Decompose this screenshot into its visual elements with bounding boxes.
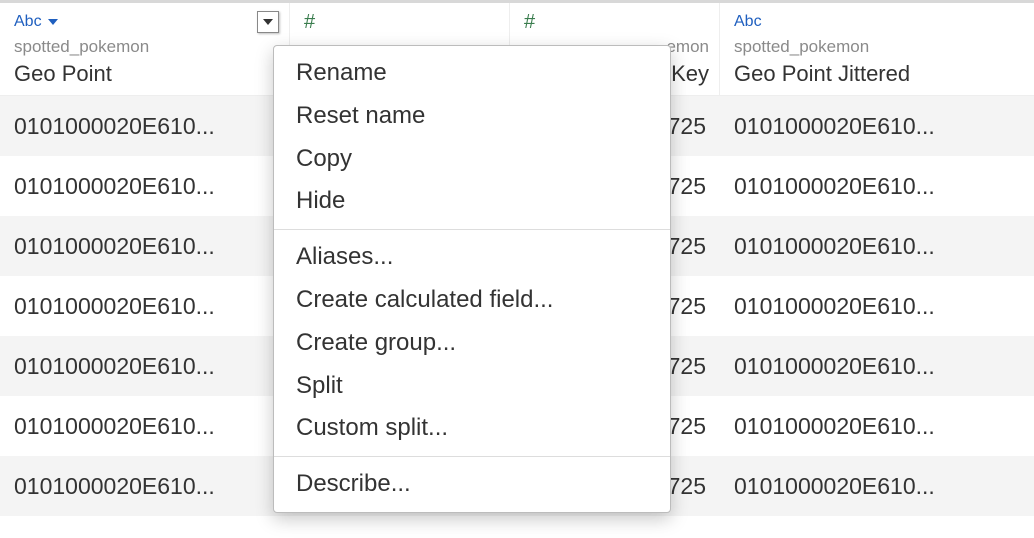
- caret-down-icon: [48, 19, 58, 25]
- data-grid: Abc spotted_pokemon Geo Point # # emo: [0, 0, 1034, 516]
- table-cell: 0101000020E610...: [0, 173, 290, 200]
- type-abc-icon: Abc: [14, 13, 42, 31]
- menu-separator: [274, 229, 670, 230]
- table-cell: 0101000020E610...: [720, 413, 1034, 440]
- type-abc-icon: Abc: [734, 13, 762, 31]
- menu-separator: [274, 456, 670, 457]
- table-cell: 0101000020E610...: [720, 293, 1034, 320]
- column-header-geo-point[interactable]: Abc spotted_pokemon Geo Point: [0, 3, 290, 95]
- menu-item-split[interactable]: Split: [274, 365, 670, 408]
- menu-item-create-calc[interactable]: Create calculated field...: [274, 279, 670, 322]
- menu-item-reset-name[interactable]: Reset name: [274, 95, 670, 138]
- menu-item-copy[interactable]: Copy: [274, 138, 670, 181]
- column-table-name: spotted_pokemon: [14, 37, 279, 57]
- table-cell: 0101000020E610...: [0, 233, 290, 260]
- type-number-icon: #: [524, 12, 535, 32]
- menu-item-rename[interactable]: Rename: [274, 52, 670, 95]
- column-header-geo-point-jittered[interactable]: Abc spotted_pokemon Geo Point Jittered: [720, 3, 1034, 95]
- table-cell: 0101000020E610...: [0, 113, 290, 140]
- menu-item-hide[interactable]: Hide: [274, 180, 670, 223]
- menu-item-create-group[interactable]: Create group...: [274, 322, 670, 365]
- column-field-name: Geo Point: [14, 61, 279, 87]
- table-cell: 0101000020E610...: [0, 413, 290, 440]
- column-context-menu: Rename Reset name Copy Hide Aliases... C…: [273, 45, 671, 513]
- column-menu-button[interactable]: [257, 11, 279, 33]
- menu-item-describe[interactable]: Describe...: [274, 463, 670, 506]
- table-cell: 0101000020E610...: [0, 353, 290, 380]
- table-cell: 0101000020E610...: [720, 473, 1034, 500]
- table-cell: 0101000020E610...: [720, 353, 1034, 380]
- type-number-icon: #: [304, 12, 315, 32]
- table-cell: 0101000020E610...: [720, 173, 1034, 200]
- table-cell: 0101000020E610...: [0, 293, 290, 320]
- table-cell: 0101000020E610...: [720, 113, 1034, 140]
- column-table-name: spotted_pokemon: [734, 37, 1024, 57]
- menu-item-custom-split[interactable]: Custom split...: [274, 407, 670, 450]
- table-cell: 0101000020E610...: [720, 233, 1034, 260]
- column-field-name: Geo Point Jittered: [734, 61, 1024, 87]
- menu-item-aliases[interactable]: Aliases...: [274, 236, 670, 279]
- table-cell: 0101000020E610...: [0, 473, 290, 500]
